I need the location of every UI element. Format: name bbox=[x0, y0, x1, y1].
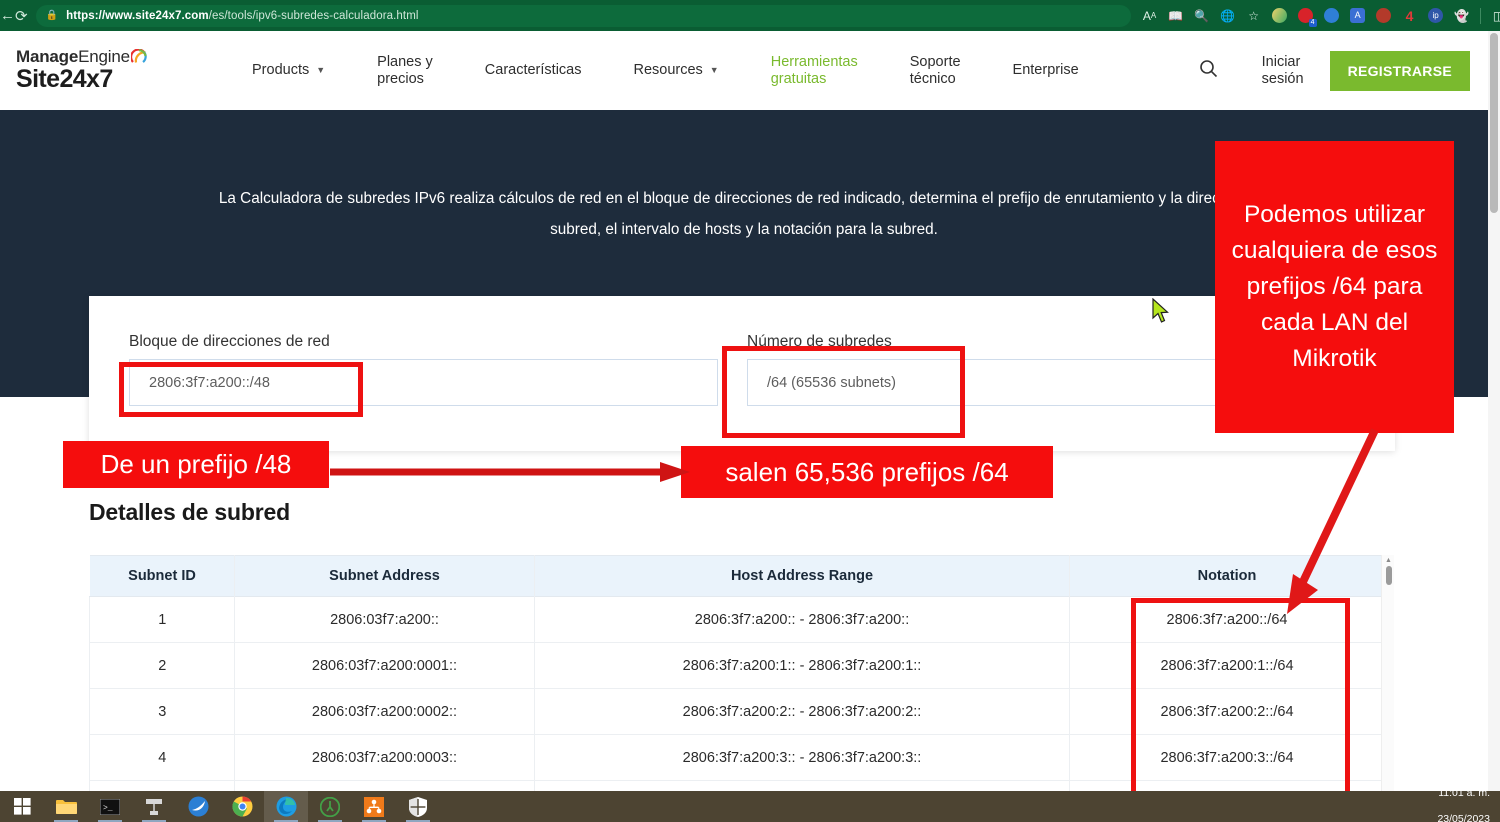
network-block-label: Bloque de direcciones de red bbox=[129, 333, 330, 351]
lock-icon: 🔒 bbox=[46, 10, 59, 21]
url-host: https://www.site24x7.com bbox=[66, 10, 209, 22]
chrome-icon[interactable] bbox=[220, 791, 264, 822]
site24x7-logo[interactable]: ManageEngine Site24x7 bbox=[16, 47, 186, 94]
address-bar[interactable]: 🔒 https://www.site24x7.com/es/tools/ipv6… bbox=[36, 5, 1131, 27]
annotation-arrow-horizontal bbox=[330, 461, 690, 483]
cell-subnet-address: 2806:03f7:a200:0002:: bbox=[235, 689, 535, 735]
nav-item-resources[interactable]: Resources ▼ bbox=[633, 62, 718, 79]
annotation-note-mikrotik: Podemos utilizar cualquiera de esos pref… bbox=[1215, 141, 1454, 433]
site-header: ManageEngine Site24x7 Products ▼ Planes y… bbox=[0, 31, 1488, 110]
annotation-rect-subnet-count bbox=[722, 346, 965, 438]
mouse-cursor bbox=[1152, 298, 1170, 324]
nav-item-planes-y-precios[interactable]: Planes y precios bbox=[377, 54, 433, 88]
page-title: Detalles de subred bbox=[89, 499, 290, 526]
ventoy-icon[interactable] bbox=[308, 791, 352, 822]
extension-badge-count: 4 bbox=[1309, 19, 1317, 27]
annotation-note-prefix48: De un prefijo /48 bbox=[63, 441, 329, 488]
immersive-reader-icon[interactable]: 📖 bbox=[1163, 0, 1189, 31]
windows-security-icon[interactable] bbox=[396, 791, 440, 822]
taskbar: >_ 11:01 a. m. 23/05/2023 bbox=[0, 791, 1500, 822]
extension-puzzle-icon[interactable] bbox=[1267, 0, 1293, 31]
cell-subnet-id: 2 bbox=[90, 643, 235, 689]
terminal-icon[interactable]: >_ bbox=[88, 791, 132, 822]
annotation-note-prefix64-count: salen 65,536 prefijos /64 bbox=[681, 446, 1053, 498]
ghostery-icon[interactable]: 👻 bbox=[1449, 0, 1475, 31]
nav-item-herramientas-gratuitas[interactable]: Herramientas gratuitas bbox=[771, 54, 858, 88]
logo-engine: Engine bbox=[78, 47, 130, 66]
cell-host-range: 2806:3f7:a200:3:: - 2806:3f7:a200:3:: bbox=[535, 735, 1070, 781]
signup-button[interactable]: REGISTRARSE bbox=[1330, 51, 1470, 91]
nav-label: Resources bbox=[633, 62, 702, 79]
cell-subnet-address: 2806:03f7:a200:0001:: bbox=[235, 643, 535, 689]
cell-subnet-address: 2806:03f7:a200:: bbox=[235, 597, 535, 643]
extension-blue-icon[interactable] bbox=[1319, 0, 1345, 31]
web-page: ManageEngine Site24x7 Products ▼ Planes y… bbox=[0, 31, 1500, 791]
browser-essentials-icon[interactable]: 🌐 bbox=[1215, 0, 1241, 31]
nav-item-enterprise[interactable]: Enterprise bbox=[1013, 62, 1079, 79]
winbox-icon[interactable] bbox=[132, 791, 176, 822]
extension-notification-icon[interactable]: 4 bbox=[1293, 0, 1319, 31]
split-screen-icon[interactable]: ◫ bbox=[1486, 0, 1500, 31]
browser-toolbar: ← ⟳ 🔒 https://www.site24x7.com/es/tools/… bbox=[0, 0, 1500, 31]
extension-red-icon[interactable] bbox=[1371, 0, 1397, 31]
cell-subnet-id: 1 bbox=[90, 597, 235, 643]
packet-tracer-icon[interactable] bbox=[176, 791, 220, 822]
table-column-divider bbox=[534, 555, 535, 791]
search-icon[interactable] bbox=[1199, 59, 1218, 83]
site24x7-wordmark: Site24x7 bbox=[16, 65, 186, 94]
ip-extension-icon[interactable]: ip bbox=[1423, 0, 1449, 31]
back-arrow-icon[interactable]: ← bbox=[0, 0, 15, 31]
logo-manage: Manage bbox=[16, 47, 78, 66]
column-header-host-address-range[interactable]: Host Address Range bbox=[535, 556, 1070, 597]
manageengine-wordmark: ManageEngine bbox=[16, 47, 147, 67]
manageengine-swoosh-icon bbox=[131, 49, 147, 65]
favorites-icon[interactable]: ☆ bbox=[1241, 0, 1267, 31]
edge-icon[interactable] bbox=[264, 791, 308, 822]
table-header-row: Subnet ID Subnet Address Host Address Ra… bbox=[90, 556, 1385, 597]
read-aloud-icon[interactable]: AA bbox=[1137, 0, 1163, 31]
nav-label: Products bbox=[252, 62, 309, 79]
nav-item-soporte-tecnico[interactable]: Soporte técnico bbox=[910, 54, 961, 88]
cell-subnet-id: 3 bbox=[90, 689, 235, 735]
clock-date: 23/05/2023 bbox=[1437, 813, 1490, 822]
column-header-subnet-address[interactable]: Subnet Address bbox=[235, 556, 535, 597]
chevron-down-icon: ▼ bbox=[316, 62, 325, 79]
cell-host-range: 2806:3f7:a200:4:: - 2806:3f7:a200:4:: bbox=[535, 781, 1070, 792]
cell-subnet-id: 5 bbox=[90, 781, 235, 792]
page-scrollbar[interactable] bbox=[1488, 31, 1500, 791]
nav-item-caracteristicas[interactable]: Características bbox=[485, 62, 582, 79]
toolbar-divider bbox=[1480, 8, 1481, 24]
cell-subnet-id: 4 bbox=[90, 735, 235, 781]
annotation-arrow-diagonal bbox=[1265, 426, 1395, 616]
nav-item-products[interactable]: Products ▼ bbox=[252, 62, 325, 79]
chevron-down-icon: ▼ bbox=[710, 62, 719, 79]
column-header-subnet-id[interactable]: Subnet ID bbox=[90, 556, 235, 597]
cell-host-range: 2806:3f7:a200:: - 2806:3f7:a200:: bbox=[535, 597, 1070, 643]
main-navigation: Products ▼ Planes y precios Característic… bbox=[252, 54, 1199, 88]
login-link[interactable]: Iniciar sesión bbox=[1262, 54, 1304, 88]
annotation-rect-network-block bbox=[119, 362, 363, 417]
browser-extension-icons: AA 📖 🔍 🌐 ☆ 4 A 4 ip 👻 ◫ ↓ 🗃 ● ⋯ b bbox=[1137, 0, 1500, 31]
taskbar-clock[interactable]: 11:01 a. m. 23/05/2023 bbox=[1437, 774, 1500, 822]
table-column-divider bbox=[234, 555, 235, 791]
zoom-icon[interactable]: 🔍 bbox=[1189, 0, 1215, 31]
url-path: /es/tools/ipv6-subredes-calculadora.html bbox=[209, 10, 419, 22]
extension-4-icon[interactable]: 4 bbox=[1397, 0, 1423, 31]
svg-text:>_: >_ bbox=[103, 804, 113, 813]
clock-time: 11:01 a. m. bbox=[1437, 787, 1490, 800]
table-column-divider bbox=[1069, 555, 1070, 791]
start-windows-icon[interactable] bbox=[0, 791, 44, 822]
cell-subnet-address: 2806:03f7:a200:0003:: bbox=[235, 735, 535, 781]
cell-host-range: 2806:3f7:a200:2:: - 2806:3f7:a200:2:: bbox=[535, 689, 1070, 735]
page-scrollbar-thumb[interactable] bbox=[1490, 33, 1498, 213]
cell-subnet-address: 2806:03f7:a200:0004:: bbox=[235, 781, 535, 792]
file-explorer-icon[interactable] bbox=[44, 791, 88, 822]
annotation-rect-notation-column bbox=[1131, 598, 1350, 791]
reload-icon[interactable]: ⟳ bbox=[15, 0, 28, 31]
cell-host-range: 2806:3f7:a200:1:: - 2806:3f7:a200:1:: bbox=[535, 643, 1070, 689]
mikrotik-icon[interactable] bbox=[352, 791, 396, 822]
translate-icon[interactable]: A bbox=[1345, 0, 1371, 31]
